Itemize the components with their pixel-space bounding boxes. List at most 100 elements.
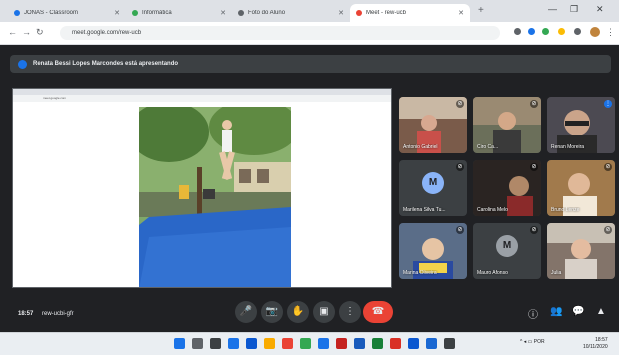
explorer-icon[interactable] [264, 338, 275, 349]
search-icon[interactable] [192, 338, 203, 349]
meeting-time: 18:57 [18, 311, 34, 317]
extension-icon[interactable] [514, 28, 521, 35]
mic-button[interactable]: 🎤 [235, 301, 257, 323]
app-icon[interactable] [426, 338, 437, 349]
participant-avatar: M [422, 172, 444, 194]
profile-avatar[interactable] [590, 27, 600, 37]
participant-name: Julia [551, 270, 562, 276]
app-icon[interactable] [336, 338, 347, 349]
tab-favicon-icon [238, 10, 244, 16]
participant-tile-3[interactable]: M ⊘ Marilena Silva Tu... [399, 160, 467, 216]
presenting-banner: Renata Bessi Lopes Marcondes está aprese… [10, 55, 611, 73]
mic-on-icon: ⋮ [604, 100, 612, 108]
excel-icon[interactable] [372, 338, 383, 349]
participant-tile-8[interactable]: ⊘ Julia [547, 223, 615, 279]
browser-tab-0[interactable]: JONAS - Classroom ✕ [8, 4, 126, 22]
participant-avatar: M [496, 235, 518, 257]
participant-tile-1[interactable]: ⊘ Ciro Ca... [473, 97, 541, 153]
app-icon[interactable] [282, 338, 293, 349]
menu-icon[interactable]: ⋮ [606, 27, 615, 38]
mic-off-icon: ⊘ [530, 226, 538, 234]
start-icon[interactable] [174, 338, 185, 349]
mic-off-icon: ⊘ [530, 163, 538, 171]
mic-off-icon: ⊘ [530, 100, 538, 108]
back-icon[interactable]: ← [8, 27, 17, 37]
maximize-icon[interactable]: ❐ [570, 4, 578, 15]
tab-title: Informática [142, 10, 172, 16]
photo-illustration [139, 107, 291, 287]
raise-hand-button[interactable]: ✋ [287, 301, 309, 323]
people-icon[interactable]: 👥 [550, 306, 562, 317]
chat-icon[interactable]: 💬 [572, 306, 584, 317]
participant-tile-0[interactable]: ⊘ Antonio Gabriel [399, 97, 467, 153]
app-icon[interactable] [318, 338, 329, 349]
reload-icon[interactable]: ↻ [36, 27, 44, 38]
taskbar-clock[interactable]: 18:57 10/11/2020 [583, 337, 608, 351]
browser-tab-2[interactable]: Foto do Aluno ✕ [232, 4, 350, 22]
camera-button[interactable]: 📷 [261, 301, 283, 323]
participant-tile-6[interactable]: ⊘ Marina Oliveira [399, 223, 467, 279]
taskbar: ^ ◂ ▭ POR 18:57 10/11/2020 [0, 332, 619, 355]
participant-name: Antonio Gabriel [403, 144, 438, 150]
minimize-icon[interactable]: — [548, 4, 557, 14]
tab-favicon-icon [132, 10, 138, 16]
participant-tile-2[interactable]: ⋮ Renan Moreira [547, 97, 615, 153]
more-options-button[interactable]: ⋮ [339, 301, 361, 323]
extension-icon[interactable] [528, 28, 535, 35]
participant-name: Marilena Silva Tu... [403, 207, 446, 213]
meet-window: Renata Bessi Lopes Marcondes está aprese… [0, 45, 619, 332]
tab-title: Meet - rew-ucb [366, 10, 407, 16]
participant-name: Bruno Lenze [551, 207, 580, 213]
tab-close-icon[interactable]: ✕ [458, 9, 464, 17]
tab-favicon-icon [14, 10, 20, 16]
present-button[interactable]: ▣ [313, 301, 335, 323]
powerpoint-icon[interactable] [390, 338, 401, 349]
browser-tab-3[interactable]: Meet - rew-ucb ✕ [350, 4, 470, 22]
mic-off-icon: ⊘ [604, 226, 612, 234]
mic-off-icon: ⊘ [456, 226, 464, 234]
tab-close-icon[interactable]: ✕ [114, 9, 120, 17]
activities-icon[interactable]: ▲ [596, 306, 606, 317]
word-icon[interactable] [354, 338, 365, 349]
task-view-icon[interactable] [210, 338, 221, 349]
url-text: meet.google.com/rew-ucb [72, 30, 142, 36]
url-field[interactable]: meet.google.com/rew-ucb [60, 26, 500, 40]
shared-browser-address: meet.google.com [13, 95, 391, 102]
tab-title: JONAS - Classroom [24, 10, 79, 16]
tab-close-icon[interactable]: ✕ [220, 9, 226, 17]
info-icon[interactable]: ⓘ [528, 306, 538, 321]
edge-icon[interactable] [228, 338, 239, 349]
presenting-text: Renata Bessi Lopes Marcondes está aprese… [33, 61, 179, 67]
system-tray[interactable]: ^ ◂ ▭ POR [520, 339, 545, 345]
participant-tile-7[interactable]: M ⊘ Mauro Afonso [473, 223, 541, 279]
tab-title: Foto do Aluno [248, 10, 286, 16]
clock-time: 18:57 [595, 337, 608, 343]
participant-name: Renan Moreira [551, 144, 585, 150]
shared-screen: meet.google.com [12, 88, 392, 288]
tab-favicon-icon [356, 10, 362, 16]
extension-icon[interactable] [558, 28, 565, 35]
app-icon[interactable] [444, 338, 455, 349]
mic-off-icon: ⊘ [456, 163, 464, 171]
forward-icon[interactable]: → [22, 27, 31, 37]
new-tab-icon[interactable]: + [478, 5, 484, 16]
app-icon[interactable] [246, 338, 257, 349]
extension-icon[interactable] [542, 28, 549, 35]
end-call-button[interactable]: ☎ [363, 301, 393, 323]
participant-name: Marina Oliveira [403, 270, 437, 276]
mic-off-icon: ⊘ [604, 163, 612, 171]
browser-tab-1[interactable]: Informática ✕ [126, 4, 232, 22]
mic-off-icon: ⊘ [456, 100, 464, 108]
close-window-icon[interactable]: ✕ [596, 4, 604, 15]
browser-tab-bar: JONAS - Classroom ✕ Informática ✕ Foto d… [0, 0, 619, 22]
shared-photo [139, 107, 291, 287]
participant-name: Carolina Melo [477, 207, 508, 213]
participant-tile-5[interactable]: ⊘ Bruno Lenze [547, 160, 615, 216]
extension-icon[interactable] [574, 28, 581, 35]
participant-name: Mauro Afonso [477, 270, 508, 276]
chrome-icon[interactable] [300, 338, 311, 349]
tab-close-icon[interactable]: ✕ [338, 9, 344, 17]
meeting-code: rew-ucbi-gfr [42, 311, 74, 317]
app-icon[interactable] [408, 338, 419, 349]
participant-tile-4[interactable]: ⊘ Carolina Melo [473, 160, 541, 216]
